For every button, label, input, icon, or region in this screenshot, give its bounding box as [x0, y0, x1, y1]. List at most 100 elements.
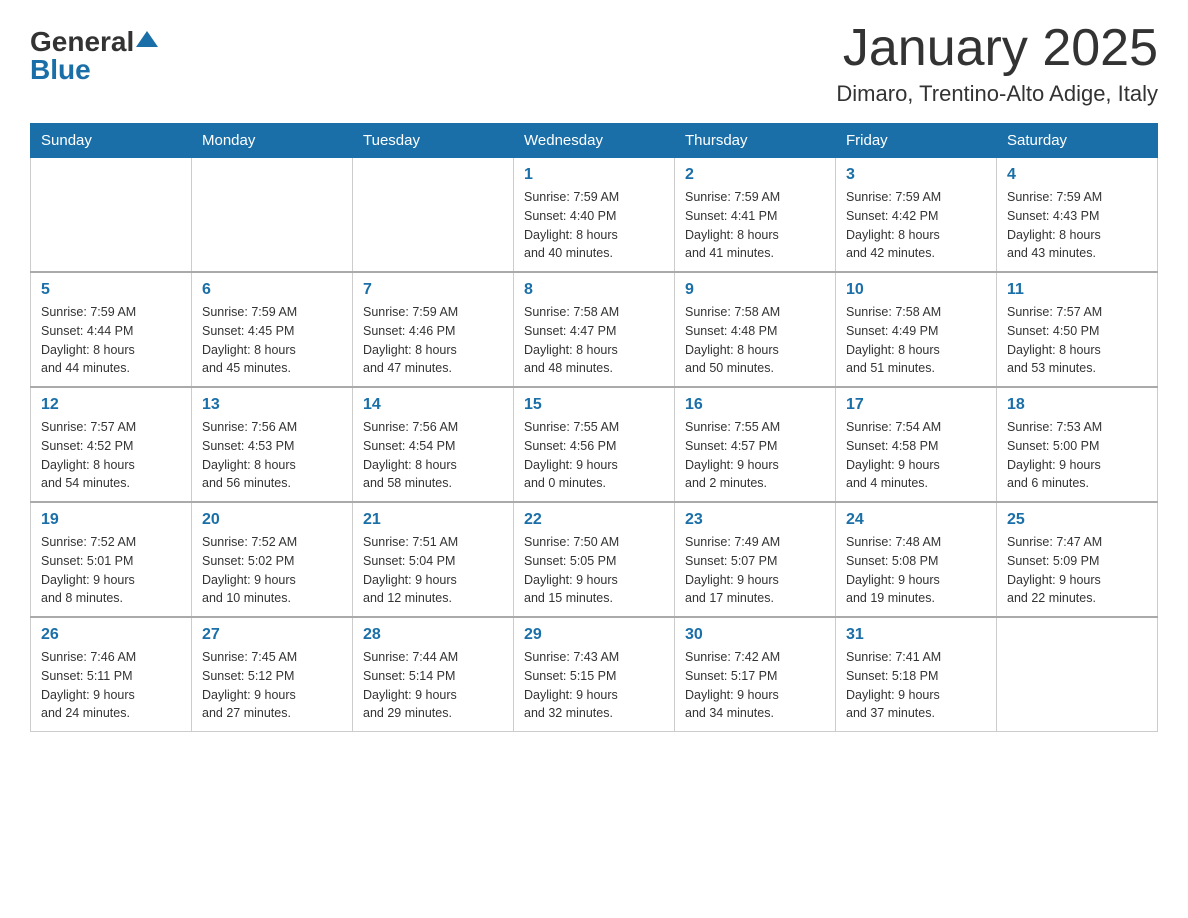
day-info: Sunrise: 7:56 AM Sunset: 4:54 PM Dayligh… [363, 418, 503, 493]
calendar-week-row: 19Sunrise: 7:52 AM Sunset: 5:01 PM Dayli… [31, 502, 1158, 617]
day-of-week-header: Tuesday [353, 124, 514, 158]
day-info: Sunrise: 7:58 AM Sunset: 4:47 PM Dayligh… [524, 303, 664, 378]
day-number: 14 [363, 396, 503, 414]
day-number: 18 [1007, 396, 1147, 414]
day-number: 24 [846, 511, 986, 529]
calendar-header-row: SundayMondayTuesdayWednesdayThursdayFrid… [31, 124, 1158, 158]
day-info: Sunrise: 7:55 AM Sunset: 4:57 PM Dayligh… [685, 418, 825, 493]
day-info: Sunrise: 7:59 AM Sunset: 4:44 PM Dayligh… [41, 303, 181, 378]
page-header: General Blue January 2025 Dimaro, Trenti… [30, 20, 1158, 107]
calendar-cell: 16 Sunrise: 7:55 AM Sunset: 4:57 PM Dayli… [675, 387, 836, 502]
calendar-cell: 21 Sunrise: 7:51 AM Sunset: 5:04 PM Dayli… [353, 502, 514, 617]
calendar-cell: 9 Sunrise: 7:58 AM Sunset: 4:48 PM Daylig… [675, 272, 836, 387]
day-number: 22 [524, 511, 664, 529]
calendar-cell [192, 158, 353, 273]
calendar-cell: 11 Sunrise: 7:57 AM Sunset: 4:50 PM Dayli… [997, 272, 1158, 387]
day-info: Sunrise: 7:59 AM Sunset: 4:42 PM Dayligh… [846, 188, 986, 263]
calendar-cell: 10Sunrise: 7:58 AM Sunset: 4:49 PM Dayli… [836, 272, 997, 387]
day-of-week-header: Saturday [997, 124, 1158, 158]
calendar-cell: 12 Sunrise: 7:57 AM Sunset: 4:52 PM Dayli… [31, 387, 192, 502]
day-of-week-header: Friday [836, 124, 997, 158]
day-info: Sunrise: 7:59 AM Sunset: 4:41 PM Dayligh… [685, 188, 825, 263]
day-number: 9 [685, 281, 825, 299]
day-number: 4 [1007, 166, 1147, 184]
calendar-cell: 14 Sunrise: 7:56 AM Sunset: 4:54 PM Dayli… [353, 387, 514, 502]
day-number: 10 [846, 281, 986, 299]
calendar-week-row: 26 Sunrise: 7:46 AM Sunset: 5:11 PM Dayli… [31, 617, 1158, 732]
day-of-week-header: Thursday [675, 124, 836, 158]
calendar-cell: 18 Sunrise: 7:53 AM Sunset: 5:00 PM Dayli… [997, 387, 1158, 502]
day-number: 31 [846, 626, 986, 644]
calendar-cell: 6Sunrise: 7:59 AM Sunset: 4:45 PM Daylig… [192, 272, 353, 387]
day-info: Sunrise: 7:57 AM Sunset: 4:52 PM Dayligh… [41, 418, 181, 493]
day-number: 25 [1007, 511, 1147, 529]
day-info: Sunrise: 7:54 AM Sunset: 4:58 PM Dayligh… [846, 418, 986, 493]
day-number: 30 [685, 626, 825, 644]
calendar-week-row: 1 Sunrise: 7:59 AM Sunset: 4:40 PM Daylig… [31, 158, 1158, 273]
day-info: Sunrise: 7:56 AM Sunset: 4:53 PM Dayligh… [202, 418, 342, 493]
day-number: 13 [202, 396, 342, 414]
calendar-cell: 28 Sunrise: 7:44 AM Sunset: 5:14 PM Dayli… [353, 617, 514, 732]
day-info: Sunrise: 7:44 AM Sunset: 5:14 PM Dayligh… [363, 648, 503, 723]
day-number: 11 [1007, 281, 1147, 299]
day-info: Sunrise: 7:43 AM Sunset: 5:15 PM Dayligh… [524, 648, 664, 723]
day-number: 19 [41, 511, 181, 529]
logo: General Blue [30, 28, 158, 84]
calendar-cell: 15 Sunrise: 7:55 AM Sunset: 4:56 PM Dayli… [514, 387, 675, 502]
day-info: Sunrise: 7:51 AM Sunset: 5:04 PM Dayligh… [363, 533, 503, 608]
calendar-cell [31, 158, 192, 273]
calendar-cell: 19Sunrise: 7:52 AM Sunset: 5:01 PM Dayli… [31, 502, 192, 617]
day-number: 3 [846, 166, 986, 184]
calendar-cell: 13 Sunrise: 7:56 AM Sunset: 4:53 PM Dayli… [192, 387, 353, 502]
calendar-cell: 22 Sunrise: 7:50 AM Sunset: 5:05 PM Dayli… [514, 502, 675, 617]
calendar-cell: 8 Sunrise: 7:58 AM Sunset: 4:47 PM Daylig… [514, 272, 675, 387]
day-number: 6 [202, 281, 342, 299]
calendar-cell: 3 Sunrise: 7:59 AM Sunset: 4:42 PM Daylig… [836, 158, 997, 273]
day-number: 29 [524, 626, 664, 644]
logo-blue-text: Blue [30, 56, 91, 84]
day-number: 8 [524, 281, 664, 299]
day-of-week-header: Monday [192, 124, 353, 158]
calendar-cell [353, 158, 514, 273]
day-number: 7 [363, 281, 503, 299]
title-section: January 2025 Dimaro, Trentino-Alto Adige… [836, 20, 1158, 107]
calendar-cell: 31 Sunrise: 7:41 AM Sunset: 5:18 PM Dayli… [836, 617, 997, 732]
day-info: Sunrise: 7:53 AM Sunset: 5:00 PM Dayligh… [1007, 418, 1147, 493]
calendar-cell: 5Sunrise: 7:59 AM Sunset: 4:44 PM Daylig… [31, 272, 192, 387]
day-number: 26 [41, 626, 181, 644]
day-number: 21 [363, 511, 503, 529]
day-info: Sunrise: 7:55 AM Sunset: 4:56 PM Dayligh… [524, 418, 664, 493]
day-info: Sunrise: 7:59 AM Sunset: 4:46 PM Dayligh… [363, 303, 503, 378]
calendar-cell: 30Sunrise: 7:42 AM Sunset: 5:17 PM Dayli… [675, 617, 836, 732]
day-info: Sunrise: 7:59 AM Sunset: 4:40 PM Dayligh… [524, 188, 664, 263]
day-number: 15 [524, 396, 664, 414]
day-number: 12 [41, 396, 181, 414]
month-title: January 2025 [836, 20, 1158, 77]
calendar-cell: 20 Sunrise: 7:52 AM Sunset: 5:02 PM Dayli… [192, 502, 353, 617]
day-of-week-header: Wednesday [514, 124, 675, 158]
day-of-week-header: Sunday [31, 124, 192, 158]
day-info: Sunrise: 7:58 AM Sunset: 4:48 PM Dayligh… [685, 303, 825, 378]
day-info: Sunrise: 7:57 AM Sunset: 4:50 PM Dayligh… [1007, 303, 1147, 378]
day-info: Sunrise: 7:59 AM Sunset: 4:43 PM Dayligh… [1007, 188, 1147, 263]
day-number: 20 [202, 511, 342, 529]
day-info: Sunrise: 7:46 AM Sunset: 5:11 PM Dayligh… [41, 648, 181, 723]
day-info: Sunrise: 7:45 AM Sunset: 5:12 PM Dayligh… [202, 648, 342, 723]
day-number: 17 [846, 396, 986, 414]
calendar-cell: 26 Sunrise: 7:46 AM Sunset: 5:11 PM Dayli… [31, 617, 192, 732]
day-number: 28 [363, 626, 503, 644]
logo-general-text: General [30, 28, 134, 56]
day-info: Sunrise: 7:48 AM Sunset: 5:08 PM Dayligh… [846, 533, 986, 608]
calendar-cell: 27Sunrise: 7:45 AM Sunset: 5:12 PM Dayli… [192, 617, 353, 732]
day-info: Sunrise: 7:49 AM Sunset: 5:07 PM Dayligh… [685, 533, 825, 608]
day-number: 1 [524, 166, 664, 184]
calendar-cell: 1 Sunrise: 7:59 AM Sunset: 4:40 PM Daylig… [514, 158, 675, 273]
day-info: Sunrise: 7:47 AM Sunset: 5:09 PM Dayligh… [1007, 533, 1147, 608]
calendar-cell [997, 617, 1158, 732]
day-info: Sunrise: 7:52 AM Sunset: 5:02 PM Dayligh… [202, 533, 342, 608]
day-info: Sunrise: 7:41 AM Sunset: 5:18 PM Dayligh… [846, 648, 986, 723]
day-number: 16 [685, 396, 825, 414]
calendar-cell: 7 Sunrise: 7:59 AM Sunset: 4:46 PM Daylig… [353, 272, 514, 387]
day-number: 2 [685, 166, 825, 184]
day-info: Sunrise: 7:50 AM Sunset: 5:05 PM Dayligh… [524, 533, 664, 608]
